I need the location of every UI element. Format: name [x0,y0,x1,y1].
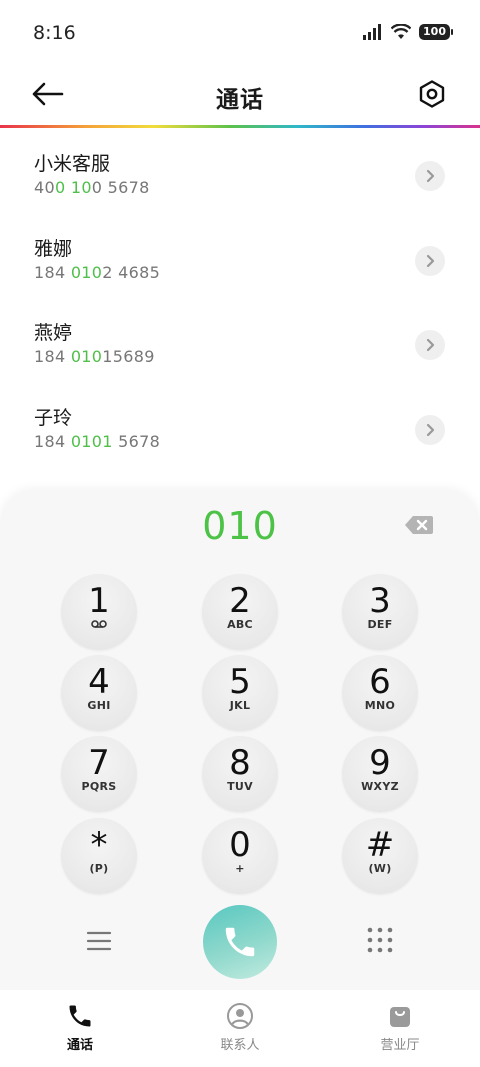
contact-number: 400 100 5678 [34,178,150,197]
key-5[interactable]: 5 JKL [202,655,278,731]
keypad-grid-icon[interactable] [366,926,394,954]
call-button[interactable] [203,905,277,979]
key-digit: 8 [229,743,251,783]
key-digit: 4 [88,662,110,702]
phone-icon [225,927,255,957]
key-letters: GHI [87,699,111,712]
details-button[interactable] [415,245,445,276]
details-button[interactable] [415,161,445,191]
backspace-icon[interactable] [404,514,434,536]
key-star[interactable]: * (P) [61,818,137,894]
status-time: 8:16 [33,22,76,44]
details-button[interactable] [415,414,445,445]
nav-contacts[interactable]: 联系人 [160,990,320,1067]
key-letters: (P) [89,862,109,875]
key-digit: 9 [369,743,391,783]
key-0[interactable]: 0 + [202,818,278,894]
contact-number: 184 0102 4685 [34,262,161,282]
details-button[interactable] [415,330,445,360]
person-icon [227,1003,253,1029]
key-digit: 6 [369,662,391,702]
key-digit: 3 [369,581,391,621]
key-7[interactable]: 7 PQRS [61,736,137,812]
nav-calls[interactable]: 通话 [0,990,160,1067]
menu-icon[interactable] [86,930,112,952]
key-letters: WXYZ [361,780,399,793]
chevron-right-icon [426,338,435,352]
rainbow-divider [0,125,480,128]
contact-name: 子玲 [34,406,73,429]
page-title: 通话 [216,87,264,113]
key-digit: * [90,825,108,865]
list-item[interactable]: 子玲 184 0101 5678 [0,387,480,472]
key-digit: 1 [88,581,110,621]
key-letters: (W) [368,862,392,875]
key-letters: MNO [364,699,396,712]
key-4[interactable]: 4 GHI [61,655,137,731]
key-6[interactable]: 6 MNO [342,655,418,731]
nav-label: 联系人 [220,1038,260,1053]
contact-number: 184 01015689 [34,347,155,366]
shopping-bag-icon [390,1007,410,1027]
key-digit: 5 [229,662,251,702]
wifi-icon [391,24,412,39]
key-1[interactable]: 1 [61,574,137,650]
key-letters: JKL [229,699,251,712]
key-2[interactable]: 2 ABC [202,574,278,650]
signal-icon [363,24,382,40]
battery-icon: 100 [419,24,453,40]
header: 通话 [0,68,480,126]
key-letters: ABC [227,618,253,631]
key-hash[interactable]: # (W) [342,818,418,894]
contact-name: 雅娜 [34,237,73,260]
key-9[interactable]: 9 WXYZ [342,736,418,812]
key-letters: TUV [227,780,253,793]
key-letters: PQRS [81,780,117,793]
list-item[interactable]: 小米客服 400 100 5678 [0,133,480,218]
contact-name: 小米客服 [34,153,111,175]
key-3[interactable]: 3 DEF [342,574,418,650]
status-icons: 100 [363,24,453,40]
chevron-right-icon [426,423,435,436]
contact-name: 燕婷 [34,322,73,344]
search-results-list: 小米客服 400 100 5678 雅娜 184 0102 4685 燕婷 18… [0,133,480,471]
nav-label: 营业厅 [380,1038,420,1053]
dialpad-sheet: 010 1 2 ABC 3 DEF 4 GHI 5 JKL 6 MNO 7 PQ… [0,490,480,1067]
key-digit: 0 [229,825,251,865]
settings-icon[interactable] [417,79,447,109]
bottom-nav: 通话 联系人 营业厅 [0,990,480,1067]
contact-number: 184 0101 5678 [34,431,161,451]
chevron-right-icon [426,169,435,183]
status-bar: 8:16 100 [0,0,480,68]
key-letters: + [235,862,245,875]
key-digit: # [365,825,395,865]
phone-icon [69,1005,91,1027]
list-item[interactable]: 燕婷 184 01015689 [0,302,480,387]
list-item[interactable]: 雅娜 184 0102 4685 [0,218,480,303]
chevron-right-icon [426,254,435,267]
nav-service-hall[interactable]: 营业厅 [320,990,480,1067]
key-digit: 2 [229,581,251,621]
key-digit: 7 [88,743,110,783]
key-letters: DEF [367,618,393,631]
key-8[interactable]: 8 TUV [202,736,278,812]
nav-label: 通话 [66,1038,93,1053]
